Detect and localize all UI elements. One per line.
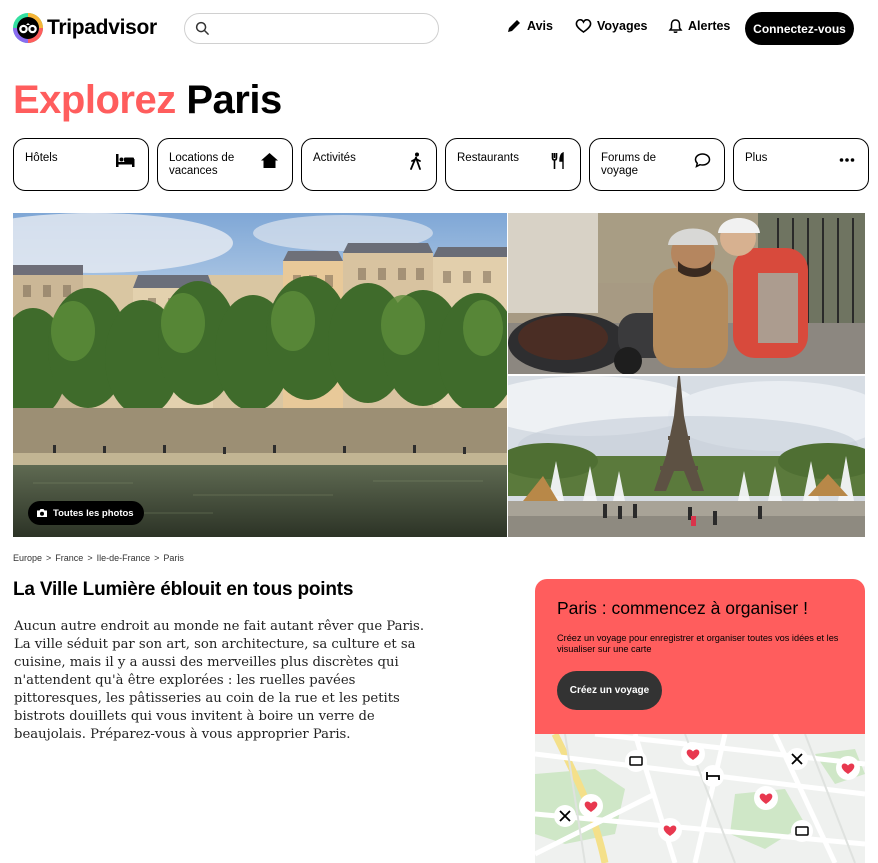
nav-alertes[interactable]: Alertes xyxy=(668,18,730,34)
city-description: Aucun autre endroit au monde ne fait aut… xyxy=(14,619,425,742)
category-tabs: Hôtels Locations de vacances Activités R… xyxy=(13,138,869,191)
search-input[interactable] xyxy=(184,13,439,44)
house-icon xyxy=(261,153,278,168)
all-photos-label: Toutes les photos xyxy=(53,507,134,519)
logo-text: Tripadvisor xyxy=(47,16,157,39)
plan-card-title: Paris : commencez à organiser ! xyxy=(557,598,808,618)
tab-hotels-label: Hôtels xyxy=(25,152,58,164)
utensils-icon xyxy=(551,152,564,169)
nav-avis-label: Avis xyxy=(527,19,553,33)
tab-forums-label: Forums de voyage xyxy=(601,152,656,177)
photo-sidecar-tour[interactable] xyxy=(508,213,865,374)
plan-trip-card: Paris : commencez à organiser ! Créez un… xyxy=(535,579,865,734)
nav-voyages-label: Voyages xyxy=(597,19,648,33)
tab-plus[interactable]: Plus xyxy=(733,138,869,191)
breadcrumb-ile-de-france[interactable]: Ile-de-France xyxy=(97,553,151,563)
bell-icon xyxy=(668,19,683,33)
page-title-explorez: Explorez xyxy=(13,78,176,122)
heart-pin-icon xyxy=(681,742,705,766)
search-icon xyxy=(195,21,209,35)
all-photos-button[interactable]: Toutes les photos xyxy=(28,501,144,525)
page-title-city: Paris xyxy=(186,78,282,122)
breadcrumb-separator: > xyxy=(87,553,93,563)
sidecar-tour-image xyxy=(508,213,865,374)
breadcrumb-separator: > xyxy=(46,553,52,563)
map-image xyxy=(535,734,865,863)
more-icon xyxy=(839,158,855,162)
tab-locations-label: Locations de vacances xyxy=(169,152,235,177)
breadcrumb-paris: Paris xyxy=(163,553,184,563)
breadcrumb-europe[interactable]: Europe xyxy=(13,553,42,563)
tab-plus-label: Plus xyxy=(745,152,768,164)
nav-voyages[interactable]: Voyages xyxy=(575,18,648,34)
breadcrumb-france[interactable]: France xyxy=(55,553,83,563)
walking-icon xyxy=(410,152,421,170)
owl-logo-icon xyxy=(13,13,43,43)
breadcrumb: Europe > France > Ile-de-France > Paris xyxy=(13,553,184,563)
tab-locations[interactable]: Locations de vacances xyxy=(157,138,293,191)
tab-hotels[interactable]: Hôtels xyxy=(13,138,149,191)
seine-riverbank-image xyxy=(13,213,507,537)
bed-icon xyxy=(116,154,135,167)
plan-card-description: Créez un voyage pour enregistrer et orga… xyxy=(557,633,839,654)
tab-activites-label: Activités xyxy=(313,152,356,164)
photo-eiffel-tower[interactable] xyxy=(508,376,865,537)
nav-alertes-label: Alertes xyxy=(688,19,731,33)
page-title: Explorez Paris xyxy=(13,78,282,123)
nav-avis[interactable]: Avis xyxy=(506,18,553,34)
photo-seine-riverbank[interactable] xyxy=(13,213,507,537)
tab-forums[interactable]: Forums de voyage xyxy=(589,138,725,191)
trip-map[interactable] xyxy=(535,734,865,863)
chat-bubble-icon xyxy=(694,153,711,168)
section-title: La Ville Lumière éblouit en tous points xyxy=(13,579,354,600)
tab-restaurants[interactable]: Restaurants xyxy=(445,138,581,191)
eiffel-tower-image xyxy=(508,376,865,537)
breadcrumb-separator: > xyxy=(154,553,160,563)
tripadvisor-logo[interactable]: Tripadvisor xyxy=(13,13,157,43)
heart-icon xyxy=(575,18,592,33)
connect-button[interactable]: Connectez-vous xyxy=(745,12,854,45)
camera-icon xyxy=(37,509,47,517)
tab-activites[interactable]: Activités xyxy=(301,138,437,191)
pencil-icon xyxy=(508,20,520,32)
tab-restaurants-label: Restaurants xyxy=(457,152,520,164)
create-trip-button[interactable]: Créez un voyage xyxy=(557,671,662,710)
top-header: Tripadvisor Avis Voyages Alertes Connect… xyxy=(0,0,878,56)
